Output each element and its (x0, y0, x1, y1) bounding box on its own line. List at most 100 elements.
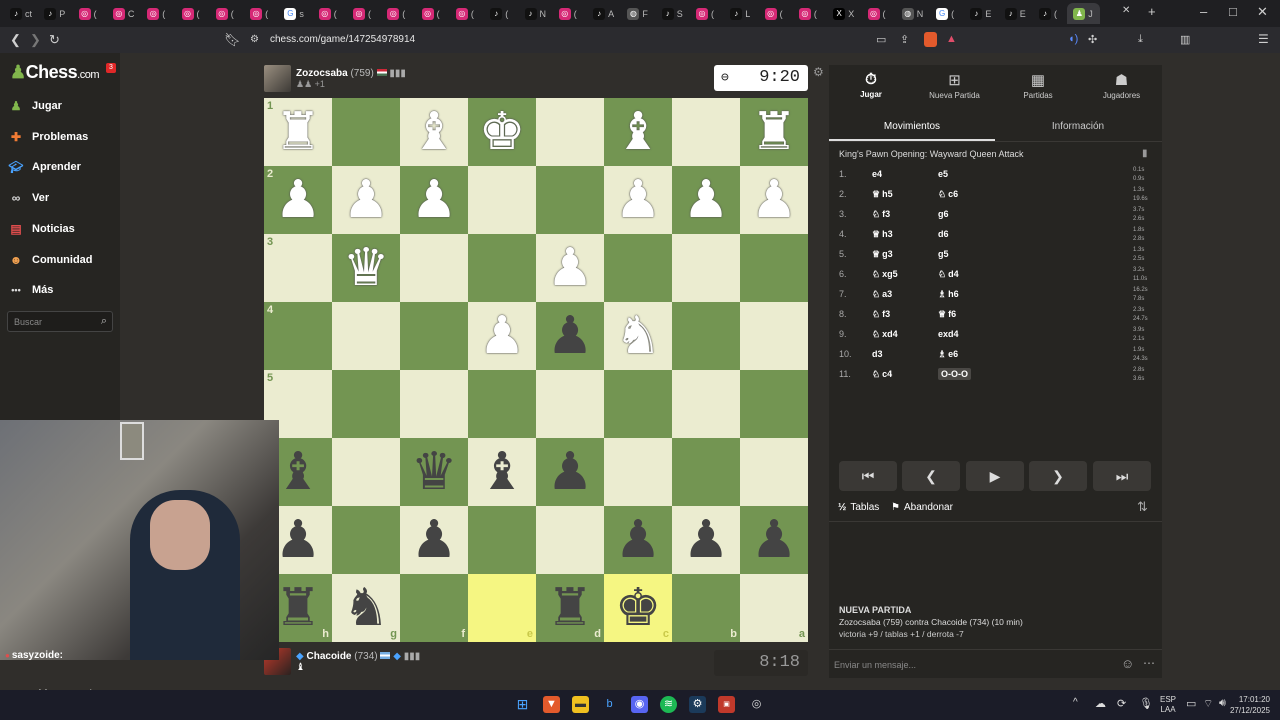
black-rook-icon[interactable]: ♜ (275, 582, 322, 634)
white-move[interactable]: ♘ f3 (872, 209, 890, 220)
white-move[interactable]: e4 (872, 169, 882, 179)
white-move[interactable]: d3 (872, 349, 883, 359)
board-square[interactable]: ♟ (604, 506, 672, 574)
tray-mic-icon[interactable]: 🎙︎ (1139, 697, 1153, 710)
chess-board[interactable]: 1 ♜ ♝ ♚ ♝ ♜ 2 ♟ ♟ ♟ ♟ ♟ ♟ 3 ♛ ♟ 4 ♟ ♟ ♞ 5 ♝ ♛ ♝ ♟ ♟ ♟ ♟ ♟ ♟ h ♜ g ♞ f e d ♜ c ♚… (264, 98, 808, 642)
black-pawn-icon[interactable]: ♟ (615, 514, 662, 566)
white-bishop-icon[interactable]: ♝ (411, 106, 458, 158)
sidebar-item-ver[interactable]: ∞ Ver (8, 187, 49, 209)
file-explorer-icon[interactable]: ▬ (572, 696, 589, 713)
browser-tab[interactable]: ◎( (313, 3, 346, 24)
tab-info[interactable]: Información (995, 121, 1161, 141)
board-square[interactable]: 2 ♟ (264, 166, 332, 234)
board-square[interactable] (672, 438, 740, 506)
board-square[interactable]: f (400, 574, 468, 642)
tray-network-icon[interactable]: ☁ (1095, 697, 1106, 710)
white-move[interactable]: ♘ f3 (872, 309, 890, 320)
board-square[interactable]: a (740, 574, 808, 642)
board-square[interactable] (604, 234, 672, 302)
black-king-icon[interactable]: ♚ (615, 582, 662, 634)
black-pawn-icon[interactable]: ♟ (411, 514, 458, 566)
resign-button[interactable]: ⚑ Abandonar (891, 502, 953, 513)
panel-tab-partidas[interactable]: ▦ Partidas (998, 71, 1078, 100)
tray-display-icon[interactable]: ▭ (1186, 697, 1196, 710)
panel-tab-jugadores[interactable]: ☗ Jugadores (1082, 71, 1162, 100)
browser-tab[interactable]: ◎( (690, 3, 723, 24)
close-window-icon[interactable]: ✕ (1257, 4, 1268, 20)
browser-tab[interactable]: ♪ A (587, 3, 620, 24)
black-move[interactable]: g6 (938, 209, 949, 219)
black-move[interactable]: d6 (938, 229, 949, 239)
board-square[interactable]: e (468, 574, 536, 642)
white-pawn-icon[interactable]: ♟ (751, 174, 798, 226)
brave-shield-icon[interactable] (924, 32, 937, 47)
board-square[interactable] (672, 302, 740, 370)
black-move[interactable]: ♗ e6 (938, 349, 958, 360)
back-icon[interactable]: ❮ (10, 32, 21, 48)
close-tab-icon[interactable]: ✕ (1122, 5, 1130, 16)
tray-sync-icon[interactable]: ⟳ (1117, 697, 1126, 710)
board-square[interactable] (468, 234, 536, 302)
board-square[interactable] (604, 438, 672, 506)
chat-input[interactable]: Enviar un mensaje... ☺ ⋯ (829, 649, 1162, 678)
board-square[interactable]: 1 ♜ (264, 98, 332, 166)
board-square[interactable]: ♟ (468, 302, 536, 370)
white-pawn-icon[interactable]: ♟ (683, 174, 730, 226)
sidebar-item-aprender[interactable]: 🎓︎ Aprender (8, 156, 81, 178)
browser-tab[interactable]: ◎( (759, 3, 792, 24)
tray-wifi-icon[interactable]: ⌔ (1203, 697, 1213, 711)
browser-tab[interactable]: ◍ N (896, 3, 929, 24)
browser-tab[interactable]: ♟ J (1067, 3, 1101, 24)
board-square[interactable]: ♝ (468, 438, 536, 506)
browser-tab[interactable]: ◎( (381, 3, 414, 24)
maximize-icon[interactable]: □ (1229, 4, 1237, 19)
board-settings-icon[interactable]: ⚙ (813, 65, 824, 79)
board-square[interactable]: 3 (264, 234, 332, 302)
white-rook-icon[interactable]: ♜ (275, 106, 322, 158)
black-bishop-icon[interactable]: ♝ (479, 446, 526, 498)
board-square[interactable] (332, 302, 400, 370)
board-square[interactable]: ♛ (400, 438, 468, 506)
board-square[interactable] (332, 438, 400, 506)
last-move-button[interactable]: ⏭ (1093, 461, 1151, 491)
reload-icon[interactable]: ↻ (49, 32, 60, 48)
board-square[interactable]: ♚ (468, 98, 536, 166)
white-rook-icon[interactable]: ♜ (751, 106, 798, 158)
cast-icon[interactable]: ▭ (876, 33, 886, 46)
browser-tab[interactable]: ♪ S (656, 3, 689, 24)
white-knight-icon[interactable]: ♞ (615, 310, 662, 362)
browser-tab[interactable]: ♪ P (38, 3, 71, 24)
board-square[interactable]: ♟ (740, 166, 808, 234)
browser-tab[interactable]: ◎( (73, 3, 106, 24)
extensions-icon[interactable]: ✣ (1088, 33, 1097, 46)
board-square[interactable] (740, 438, 808, 506)
board-square[interactable] (604, 370, 672, 438)
black-bishop-icon[interactable]: ♝ (275, 446, 322, 498)
browser-tab[interactable]: ♪ E (999, 3, 1032, 24)
site-info-icon[interactable]: ⚙ (250, 34, 259, 45)
board-square[interactable]: b (672, 574, 740, 642)
board-square[interactable]: ♟ (400, 506, 468, 574)
black-move[interactable]: g5 (938, 249, 949, 259)
board-square[interactable] (536, 506, 604, 574)
white-pawn-icon[interactable]: ♟ (479, 310, 526, 362)
white-move[interactable]: ♘ c4 (872, 369, 892, 380)
bottom-player-name[interactable]: Chacoide (306, 651, 351, 662)
download-icon[interactable]: ⤓ (1138, 33, 1143, 46)
draw-button[interactable]: ½ Tablas (838, 502, 879, 513)
black-move[interactable]: ♕ f6 (938, 309, 956, 320)
board-square[interactable]: g ♞ (332, 574, 400, 642)
black-pawn-icon[interactable]: ♟ (683, 514, 730, 566)
flip-board-icon[interactable]: ⇅ (1137, 499, 1148, 515)
black-move[interactable]: ♘ d4 (938, 269, 959, 280)
board-square[interactable]: ♛ (332, 234, 400, 302)
sidebar-toggle-icon[interactable]: ▥ (1180, 33, 1190, 46)
white-pawn-icon[interactable]: ♟ (547, 242, 594, 294)
tray-chevron-icon[interactable]: ^ (1073, 697, 1078, 708)
browser-tab[interactable]: Gs (278, 3, 311, 24)
browser-tab[interactable]: ◎( (450, 3, 483, 24)
clock-tray[interactable]: 17:01:20 27/12/2025 (1228, 694, 1270, 716)
board-square[interactable]: ♟ (536, 234, 604, 302)
panel-tab-nueva-partida[interactable]: ⊞ Nueva Partida (915, 71, 995, 100)
black-move[interactable]: e5 (938, 169, 948, 179)
